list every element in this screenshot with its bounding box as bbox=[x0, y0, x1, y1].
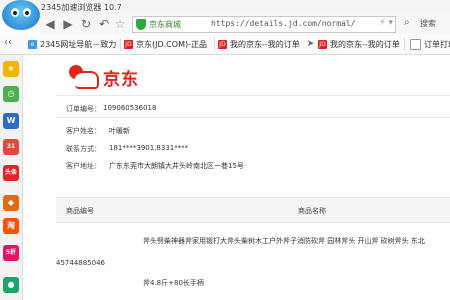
title-bar: 2345加速浏览器 10.7 bbox=[0, 0, 450, 14]
toutiao-icon[interactable]: 头条 bbox=[3, 165, 19, 181]
tmall-icon[interactable]: 5折 bbox=[3, 245, 19, 261]
bookmark-2345[interactable]: e 2345网址导航－致力 bbox=[28, 38, 116, 51]
order-print-page: 京东 订单编号： 109060536018 客户姓名： 叶暖新 联系方式： 18… bbox=[23, 55, 450, 300]
order-number-value: 109060536018 bbox=[103, 104, 157, 112]
jd-icon: JD bbox=[218, 40, 227, 49]
app-icon[interactable]: ● bbox=[3, 277, 19, 293]
column-header-product-name: 商品名称 bbox=[298, 207, 326, 215]
bookmarks-collapse-icon[interactable]: ‹‹ bbox=[4, 37, 12, 48]
bookmark-arrow[interactable]: ➤ bbox=[306, 38, 318, 51]
clock-icon[interactable]: ◷ bbox=[3, 86, 19, 102]
search-input[interactable]: 搜索 bbox=[420, 18, 436, 29]
address-actions-icon[interactable]: ⚡ ▾ bbox=[379, 18, 393, 28]
jd-dog-logo-icon bbox=[65, 63, 99, 89]
jd-icon: JD bbox=[318, 40, 327, 49]
divider bbox=[56, 117, 450, 118]
back-icon[interactable]: ◀ bbox=[42, 16, 58, 32]
product-name-line-1: 斧头劈柴神器斧家用锻打大斧头柴树木工户外斧子消防砍斧 园林斧头 开山斧 砍树斧头… bbox=[143, 237, 425, 245]
bookmark-jd-orders-1[interactable]: JD 我的京东--我的订单 bbox=[218, 38, 300, 51]
contact-value: 181****3901,8331**** bbox=[109, 144, 189, 152]
bookmark-jd-home[interactable]: JD 京东(JD.COM)-正品 bbox=[124, 38, 207, 51]
sidebar: ★ ◷ W 31 头条 ◆ 淘 5折 ● bbox=[0, 55, 23, 300]
arrow-icon: ➤ bbox=[306, 39, 315, 49]
order-number-label: 订单编号： bbox=[66, 105, 101, 113]
jd-icon: JD bbox=[124, 40, 133, 49]
2345-icon: e bbox=[28, 40, 37, 49]
forward-icon[interactable]: ▶ bbox=[60, 16, 76, 32]
refresh-icon[interactable]: ↻ bbox=[78, 16, 94, 32]
search-icon[interactable]: ⌕ bbox=[404, 17, 410, 28]
site-name-label: 京东商城 bbox=[149, 20, 181, 29]
taobao-icon[interactable]: 淘 bbox=[3, 218, 19, 234]
secure-shield-icon bbox=[136, 19, 146, 30]
divider bbox=[56, 95, 450, 96]
column-header-product-no: 商品编号 bbox=[66, 207, 94, 215]
word-icon[interactable]: W bbox=[3, 113, 19, 129]
bookmark-jd-orders-2[interactable]: JD 我的京东--我的订单 bbox=[318, 38, 400, 51]
browser-logo-icon[interactable] bbox=[2, 0, 40, 30]
product-name-line-2: 斧4.8斤+80长手柄 bbox=[143, 279, 204, 287]
window-title: 2345加速浏览器 10.7 bbox=[41, 3, 122, 12]
favorite-star-icon[interactable]: ☆ bbox=[112, 16, 128, 32]
address-bar[interactable]: 京东商城 https://details.jd.com/normal/ ⚡ ▾ bbox=[132, 16, 396, 33]
bookmarks-bar: ‹‹ e 2345网址导航－致力 JD 京东(JD.COM)-正品 JD 我的京… bbox=[0, 34, 450, 55]
customer-name-label: 客户姓名： bbox=[66, 127, 101, 135]
brand-name: 京东 bbox=[103, 70, 139, 90]
star-icon[interactable]: ★ bbox=[3, 61, 19, 77]
url-text[interactable]: https://details.jd.com/normal/ bbox=[211, 19, 356, 28]
address-label: 客户地址： bbox=[66, 162, 101, 170]
search-box[interactable]: ⌕ 搜索 bbox=[398, 16, 450, 31]
undo-icon[interactable]: ↶ bbox=[96, 16, 112, 32]
calendar-icon[interactable]: 31 bbox=[3, 139, 19, 155]
product-number-value: 45744885046 bbox=[56, 259, 105, 267]
contact-label: 联系方式： bbox=[66, 145, 101, 153]
navigation-toolbar: ◀ ▶ ↻ ↶ ☆ 京东商城 https://details.jd.com/no… bbox=[40, 14, 450, 35]
bookmark-order-print[interactable]: 订单打印 bbox=[410, 38, 450, 51]
address-value: 广东东莞市大朗镇大井头岭南北区一巷15号 bbox=[109, 162, 244, 170]
game-icon[interactable]: ◆ bbox=[3, 195, 19, 211]
table-header: 商品编号 商品名称 bbox=[56, 197, 450, 223]
document-icon bbox=[410, 39, 421, 50]
customer-name-value: 叶暖新 bbox=[109, 127, 130, 135]
